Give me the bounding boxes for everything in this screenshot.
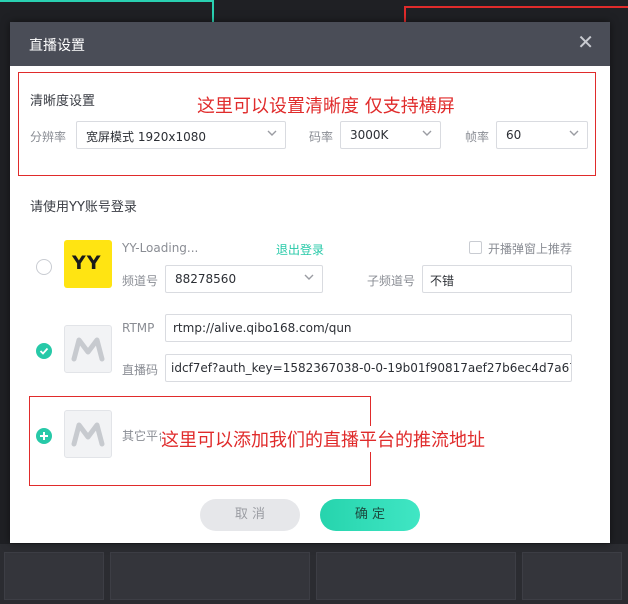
framerate-value: 60 [506, 128, 522, 142]
logout-link[interactable]: 退出登录 [276, 241, 324, 258]
background-cell [4, 552, 104, 600]
resolution-select[interactable]: 宽屏模式 1920x1080 [76, 121, 286, 149]
recommend-checkbox[interactable] [469, 241, 482, 254]
rtmp-radio-checked[interactable] [36, 343, 52, 359]
stream-key-label: 直播码 [122, 363, 159, 377]
stream-key-value: idcf7ef?auth_key=1582367038-0-0-19b01f90… [171, 361, 572, 375]
cancel-button[interactable]: 取 消 [200, 499, 300, 531]
clarity-annotation-text: 这里可以设置清晰度 仅支持横屏 [197, 96, 455, 117]
rtmp-url-field[interactable]: rtmp://alive.qibo168.com/qun [165, 314, 572, 342]
close-icon[interactable]: ✕ [577, 32, 594, 52]
background-bottom-bar [0, 544, 628, 604]
framerate-label: 帧率 [465, 130, 490, 144]
check-icon [39, 347, 49, 355]
dialog-title: 直播设置 [29, 38, 85, 54]
chevron-down-icon [267, 130, 277, 136]
rtmp-label: RTMP [122, 321, 155, 335]
channel-value: 88278560 [175, 272, 237, 286]
chevron-down-icon [569, 130, 579, 136]
framerate-select[interactable]: 60 [496, 121, 588, 149]
background-cell [316, 552, 516, 600]
dialog-titlebar: 直播设置 ✕ [10, 22, 610, 66]
rtmp-url-value: rtmp://alive.qibo168.com/qun [173, 321, 352, 335]
clarity-section-label: 清晰度设置 [30, 94, 96, 109]
chevron-down-icon [304, 274, 314, 280]
channel-select[interactable]: 88278560 [165, 265, 323, 293]
subchannel-field[interactable]: 不错 [422, 265, 572, 293]
resolution-value: 宽屏模式 1920x1080 [86, 130, 206, 144]
yy-radio[interactable] [36, 259, 52, 275]
m-logo-icon [71, 337, 105, 362]
bitrate-label: 码率 [309, 130, 334, 144]
bitrate-value: 3000K [350, 128, 389, 142]
chevron-down-icon [422, 130, 432, 136]
subchannel-label: 子频道号 [367, 274, 416, 288]
rtmp-platform-logo [64, 325, 112, 373]
confirm-button[interactable]: 确 定 [320, 499, 420, 531]
other-platform-annotation-text: 这里可以添加我们的直播平台的推流地址 [161, 426, 485, 452]
other-platform-logo [64, 410, 112, 458]
recommend-checkbox-label: 开播弹窗上推荐 [488, 242, 573, 256]
subchannel-value: 不错 [430, 274, 455, 288]
resolution-label: 分辨率 [30, 130, 67, 144]
stream-key-field[interactable]: idcf7ef?auth_key=1582367038-0-0-19b01f90… [165, 354, 572, 382]
yy-status: YY-Loading... [122, 241, 199, 255]
channel-label: 频道号 [122, 274, 159, 288]
login-section-label: 请使用YY账号登录 [30, 200, 137, 215]
yy-logo: YY [64, 240, 112, 288]
live-settings-dialog: 直播设置 ✕ 清晰度设置 这里可以设置清晰度 仅支持横屏 分辨率 宽屏模式 19… [10, 22, 610, 543]
add-platform-button[interactable] [36, 428, 52, 444]
background-cell [110, 552, 310, 600]
m-logo-icon [71, 422, 105, 447]
plus-icon [40, 432, 48, 440]
bitrate-select[interactable]: 3000K [340, 121, 441, 149]
yy-logo-text: YY [72, 252, 102, 274]
background-cell [522, 552, 622, 600]
